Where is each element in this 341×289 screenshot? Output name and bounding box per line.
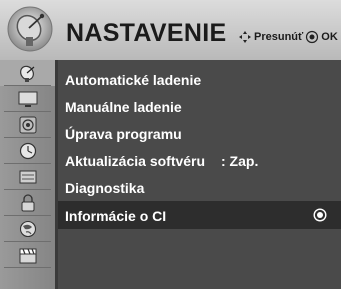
menu-item-diagnostics[interactable]: Diagnostika: [58, 173, 341, 201]
ok-button-icon: [306, 30, 319, 44]
category-sidebar: [0, 60, 55, 289]
menu-item-label: Informácie o CI: [65, 208, 167, 224]
lock-screen-icon: [19, 170, 36, 184]
tv-screen-icon: [18, 91, 37, 107]
sidebar-item-lock[interactable]: [0, 164, 55, 190]
clapperboard-icon: [19, 248, 36, 264]
menu-item-label: Manuálne ladenie: [65, 99, 182, 115]
sidebar-item-time[interactable]: [0, 138, 55, 164]
satellite-dish-icon: [7, 6, 53, 52]
page-title: NASTAVENIE: [66, 19, 227, 47]
menu-header: NASTAVENIE Presunúť OK: [0, 0, 341, 60]
speaker-icon: [19, 116, 36, 134]
padlock-icon: [21, 194, 34, 212]
sidebar-item-picture[interactable]: [0, 86, 55, 112]
selected-radio-icon: [313, 208, 327, 222]
dpad-icon: [239, 31, 251, 43]
navigation-hint: Presunúť OK: [238, 30, 338, 44]
sidebar-item-option[interactable]: [0, 190, 55, 216]
menu-item-manual-tuning[interactable]: Manuálne ladenie: [58, 92, 341, 120]
menu-item-ci-information[interactable]: Informácie o CI: [58, 201, 341, 229]
hint-move-label: Presunúť: [254, 31, 304, 43]
clock-icon: [19, 142, 36, 160]
menu-item-auto-tuning[interactable]: Automatické ladenie: [58, 65, 341, 93]
globe-icon: [19, 220, 36, 238]
sidebar-item-input[interactable]: [0, 216, 55, 242]
software-update-value: : Zap.: [221, 153, 259, 169]
setup-menu-list: Automatické ladenie Manuálne ladenie Úpr…: [58, 60, 341, 289]
sidebar-item-setup[interactable]: [0, 60, 55, 86]
satellite-dish-icon: [19, 65, 34, 82]
menu-item-label: Diagnostika: [65, 180, 145, 196]
setup-menu-window: NASTAVENIE Presunúť OK Automatické laden…: [0, 0, 341, 289]
menu-item-program-edit[interactable]: Úprava programu: [58, 119, 341, 147]
menu-item-label: Aktualizácia softvéru: [65, 153, 206, 169]
sidebar-item-audio[interactable]: [0, 112, 55, 138]
sidebar-item-media[interactable]: [0, 242, 55, 268]
menu-item-software-update[interactable]: Aktualizácia softvéru : Zap.: [58, 146, 341, 174]
menu-item-label: Úprava programu: [65, 126, 182, 142]
hint-ok-label: OK: [321, 31, 338, 43]
menu-item-label: Automatické ladenie: [65, 72, 202, 88]
